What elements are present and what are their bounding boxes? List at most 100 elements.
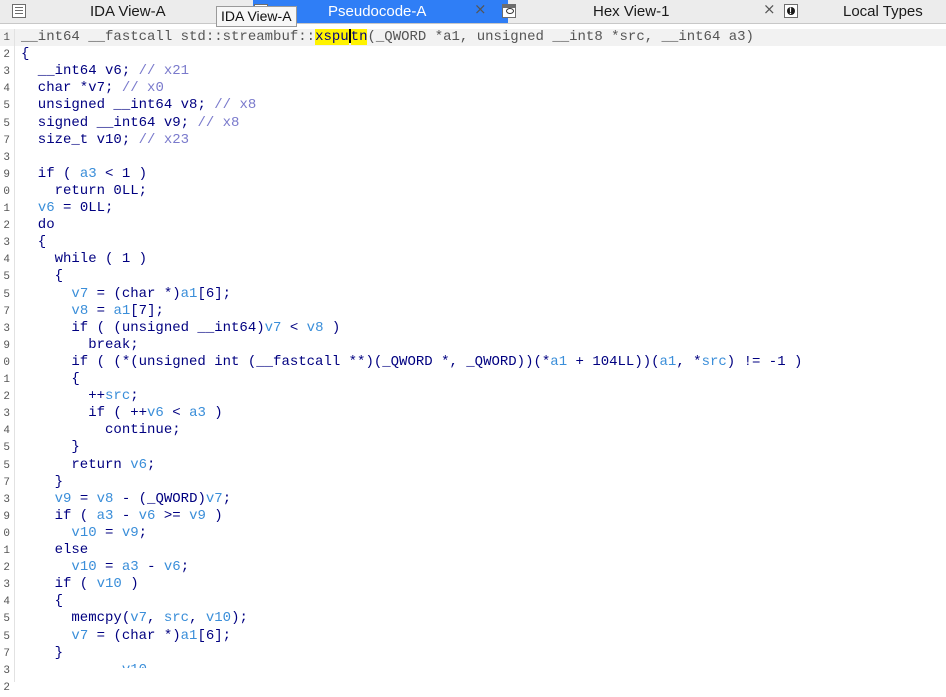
variable-token: a1	[180, 286, 198, 302]
code-token: unsigned __int64	[21, 97, 181, 113]
variable-token: v6	[138, 508, 156, 524]
line-number: 3	[3, 66, 10, 78]
variable-token: a1	[180, 628, 198, 644]
variable-token: v8	[96, 491, 114, 507]
code-token: continue;	[21, 422, 181, 438]
line-number: 2	[3, 562, 10, 574]
code-token: do	[21, 217, 55, 233]
line-number: 2	[3, 391, 10, 403]
code-token: -	[138, 559, 164, 575]
code-line: }	[21, 645, 63, 662]
code-token: return 0LL;	[21, 183, 148, 199]
code-token: if ( ++	[21, 405, 148, 421]
line-number: 1	[3, 32, 10, 44]
code-line: if ( a3 < 1 )	[21, 166, 147, 183]
code-token: )	[323, 320, 341, 336]
code-token: ;	[121, 132, 139, 148]
code-token: , *	[676, 354, 702, 370]
code-token: char *	[21, 80, 89, 96]
variable-token: src	[105, 388, 131, 404]
code-line: if ( v10 )	[21, 576, 139, 593]
variable-token: v6	[130, 457, 148, 473]
line-number: 3	[3, 237, 10, 249]
variable-token: v8	[71, 303, 89, 319]
code-token: ;	[147, 457, 156, 473]
code-line: v9 = v8 - (_QWORD)v7;	[21, 491, 231, 508]
line-number: 1	[3, 545, 10, 557]
tab-local-types[interactable]: Local Types	[800, 0, 946, 23]
tab-ida-view-a[interactable]: IDA View-A	[40, 0, 210, 23]
line-number: 0	[3, 186, 10, 198]
line-number: 3	[3, 323, 10, 335]
variable-token: a1	[659, 354, 677, 370]
line-number: 3	[3, 665, 10, 677]
code-token: }	[21, 439, 80, 455]
code-line: {	[21, 268, 63, 285]
code-line: memcpy(v7, src, v10);	[21, 610, 248, 627]
code-line: v7 = (char *)a1[6];	[21, 286, 231, 303]
code-token: =	[71, 491, 97, 507]
code-line: v6 = 0LL;	[21, 200, 114, 217]
variable-token: v7	[71, 286, 89, 302]
code-token: )	[121, 576, 139, 592]
code-line: signed __int64 v9; // x8	[21, 115, 240, 132]
code-token: ;	[121, 63, 139, 79]
code-token: v10	[96, 132, 122, 148]
line-number: 1	[3, 203, 10, 215]
variable-token: v9	[189, 508, 206, 524]
code-token: = (char *)	[88, 286, 181, 302]
variable-token: v10	[96, 576, 122, 592]
line-number: 9	[3, 169, 10, 181]
line-number: 3	[3, 494, 10, 506]
close-pseudocode-tab-icon[interactable]: ×	[474, 0, 487, 18]
close-hex-tab-icon[interactable]: ×	[763, 0, 776, 18]
line-number: 7	[3, 306, 10, 318]
code-token: }	[21, 474, 64, 490]
variable-token: v8	[306, 320, 324, 336]
code-token: < 1 )	[96, 166, 148, 182]
variable-token: v9	[121, 525, 139, 541]
code-line: v10	[21, 662, 147, 668]
code-token: ;	[138, 525, 148, 541]
line-number: 5	[3, 271, 10, 283]
line-number: 4	[3, 425, 10, 437]
code-token: ,	[147, 610, 164, 626]
code-token: <	[163, 405, 190, 421]
code-token: {	[21, 268, 64, 284]
code-line: do	[21, 217, 55, 234]
line-number: 4	[3, 254, 10, 266]
tab-tooltip: IDA View-A	[216, 6, 297, 27]
variable-token: v7	[264, 320, 282, 336]
variable-token: a3	[121, 559, 139, 575]
variable-token: src	[163, 610, 190, 626]
line-number: 7	[3, 648, 10, 660]
code-token: {	[21, 371, 80, 387]
tab-label: Local Types	[843, 3, 923, 20]
tab-hex-view-1[interactable]: Hex View-1	[520, 0, 750, 23]
line-number: 9	[3, 511, 10, 523]
variable-token: a3	[79, 166, 97, 182]
line-number: 5	[3, 631, 10, 643]
highlighted-identifier: xspu	[315, 29, 349, 45]
code-token: =	[96, 525, 122, 541]
code-line: while ( 1 )	[21, 251, 147, 268]
code-line: if ( (*(unsigned int (__fastcall **)(_QW…	[21, 354, 802, 371]
disassembly-list-icon[interactable]	[12, 4, 26, 18]
variable-token: v10	[205, 610, 232, 626]
code-line: return 0LL;	[21, 183, 147, 200]
line-number: 7	[3, 477, 10, 489]
variable-token: v10	[71, 525, 97, 541]
code-token: ,	[189, 610, 206, 626]
code-token: __int64	[21, 63, 106, 79]
code-token: >=	[155, 508, 190, 524]
line-number: 1	[3, 374, 10, 386]
code-line: {	[21, 593, 63, 610]
code-token: else	[21, 542, 89, 558]
code-token: while ( 1 )	[21, 251, 148, 267]
code-token: [6];	[197, 286, 232, 302]
code-token: memcpy(	[21, 610, 131, 626]
